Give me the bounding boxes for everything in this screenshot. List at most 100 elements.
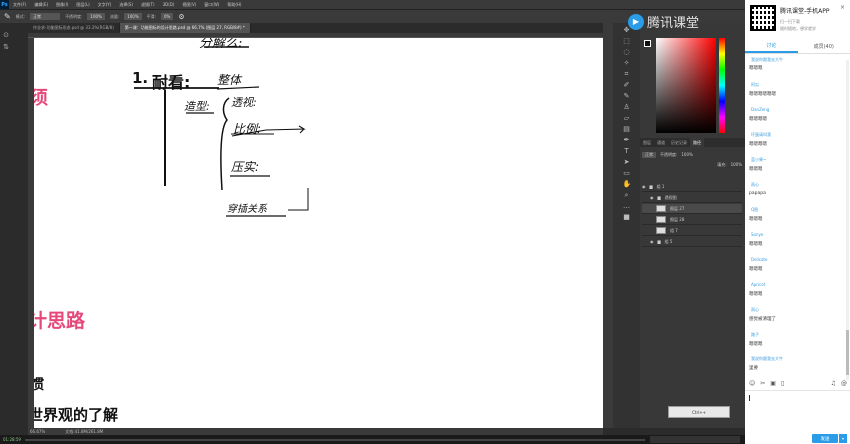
brush-icon[interactable]: ✎ [623, 92, 631, 100]
layer-name: 组 1 [656, 183, 665, 189]
canvas[interactable]: 分解么: 1. 耐看: 整体 造型: 透视: 比例: 压实: 穿插关系 须 计思… [34, 38, 603, 428]
color-picker-field[interactable] [656, 38, 716, 133]
ctrl-plus-button[interactable]: Ctrl++ [668, 406, 730, 418]
send-button[interactable]: 发送 [812, 434, 838, 443]
left-dark-text-2: 世界观的了解 [34, 406, 119, 424]
tab-document-1[interactable]: 作业求-功能图标形态.psd @ 33.3%(RGB/8) [28, 23, 120, 33]
adjust-icon[interactable]: ⇅ [0, 43, 12, 51]
menu-help[interactable]: 帮助(H) [223, 2, 245, 8]
tab-channels[interactable]: 通道 [654, 138, 668, 147]
watermark-text: 腾讯课堂 [647, 16, 700, 31]
lasso-tool-icon[interactable]: ◌ [623, 48, 631, 56]
message-author[interactable]: Delicate [751, 257, 767, 262]
message-author[interactable]: Apricot [751, 282, 765, 287]
magic-wand-icon[interactable]: ✧ [623, 59, 631, 67]
at-icon[interactable]: @ [841, 380, 847, 388]
gear-icon[interactable]: ⚙ [178, 13, 184, 21]
message-author[interactable]: 阿瓜 [751, 82, 759, 88]
smooth-field[interactable]: 0% [161, 13, 174, 20]
eyedropper-icon[interactable]: ✐ [623, 81, 631, 89]
layer-row[interactable]: ◉ ▆ 透视图 [642, 193, 742, 203]
pen-icon[interactable]: ✒ [623, 136, 631, 144]
marquee-tool-icon[interactable]: ⬚ [623, 37, 631, 45]
hue-slider[interactable] [719, 38, 725, 133]
panel-collapse-strip [603, 23, 613, 428]
message-author[interactable]: 我说你跟我去大牛 [751, 356, 783, 362]
image-icon[interactable]: ▣ [770, 380, 776, 388]
tab-history[interactable]: 历史记录 [668, 138, 690, 147]
message-author[interactable]: 蓝小果~ [751, 157, 766, 163]
tab-layers[interactable]: 图层 [640, 138, 654, 147]
crop-tool-icon[interactable]: ⌗ [623, 70, 631, 78]
opacity-field[interactable]: 100% [87, 13, 105, 20]
menu-layer[interactable]: 图层(L) [72, 2, 93, 8]
tab-members[interactable]: 成员(40) [798, 40, 850, 53]
color-swatch-icon[interactable]: ■ [623, 213, 631, 221]
eye-icon[interactable]: ◉ [650, 239, 654, 244]
message-author[interactable]: 我说你跟我去大牛 [751, 57, 783, 63]
message-author[interactable]: 坏蛋请叫我 [751, 132, 771, 138]
more-tools-icon[interactable]: … [623, 202, 631, 210]
gradient-icon[interactable]: ▤ [623, 125, 631, 133]
message-author[interactable]: DanZeng [751, 107, 769, 112]
emoji-icon[interactable]: ☺ [749, 380, 755, 388]
menu-type[interactable]: 文字(Y) [94, 2, 116, 8]
app-subtitle: 扫一扫下载 [780, 19, 800, 24]
item-interleave: 穿插关系 [227, 204, 267, 215]
menu-file[interactable]: 文件(F) [9, 2, 30, 8]
zoom-tool-icon[interactable]: ⌕ [623, 191, 631, 199]
menu-view[interactable]: 视图(V) [178, 2, 200, 8]
layer-row[interactable]: 图层 28 [642, 215, 742, 225]
bell-icon[interactable]: ♫ [831, 380, 836, 388]
menu-filter[interactable]: 滤镜(T) [137, 2, 159, 8]
menu-window[interactable]: 窗口(W) [200, 2, 223, 8]
toolbox [12, 23, 28, 428]
layer-row[interactable]: ◉ ▆ 组 1 [642, 182, 742, 192]
message-author[interactable]: Sonye [751, 232, 763, 237]
menu-3d[interactable]: 3D(D) [159, 2, 179, 7]
menu-select[interactable]: 选择(S) [115, 2, 137, 8]
message-author[interactable]: Q图 [751, 207, 758, 213]
chat-scrollbar[interactable] [846, 60, 849, 380]
progress-track[interactable] [24, 438, 645, 441]
tab-document-2[interactable]: 第一课：功能图标的设计思路.psd @ 66.7% (图层 27, RGB/8#… [119, 23, 251, 33]
stamp-icon[interactable]: ♙ [623, 103, 631, 111]
tab-paths[interactable]: 路径 [690, 138, 704, 147]
eye-icon[interactable]: ◉ [650, 195, 654, 200]
status-bar: 66.67% 文档:41.8M/261.8M [28, 428, 603, 435]
layer-row[interactable]: 组 7 [642, 226, 742, 236]
scissors-icon[interactable]: ✂ [760, 380, 765, 388]
foreground-color-swatch[interactable] [644, 40, 651, 47]
message-text: papapa [749, 191, 766, 196]
layer-row[interactable]: 图层 27 [642, 204, 742, 214]
menu-edit[interactable]: 编辑(E) [30, 2, 52, 8]
file-icon[interactable]: ▯ [781, 380, 784, 388]
layer-opacity-value[interactable]: 100% [681, 152, 692, 158]
chat-input[interactable] [745, 390, 850, 432]
eye-icon[interactable]: ◉ [642, 184, 646, 189]
path-select-icon[interactable]: ➤ [623, 158, 631, 166]
scroll-thumb[interactable] [846, 330, 849, 375]
eraser-icon[interactable]: ▱ [623, 114, 631, 122]
history-icon[interactable]: ⊙ [0, 31, 12, 39]
hand-tool-icon[interactable]: ✋ [623, 180, 632, 188]
message-text: 嗯嗯嗯 [749, 66, 763, 71]
blend-mode-select[interactable]: 正常 [642, 152, 656, 158]
menu-image[interactable]: 图像(I) [52, 2, 72, 8]
message-author[interactable]: 雨心 [751, 307, 759, 313]
layer-row[interactable]: ◉ ▆ 组 5 [642, 237, 742, 247]
shape-tool-icon[interactable]: ▭ [623, 169, 631, 177]
fill-value[interactable]: 100% [731, 162, 742, 168]
chat-close-icon[interactable]: × [840, 4, 845, 11]
flow-field[interactable]: 100% [124, 13, 142, 20]
sub-label: 造型: [184, 100, 210, 113]
tab-discussion[interactable]: 讨论 [745, 40, 798, 53]
folder-icon: ▆ [657, 239, 661, 244]
mode-select[interactable]: 正常 [30, 13, 61, 20]
message-author[interactable]: 雨心 [751, 182, 759, 188]
send-options-icon[interactable]: ▾ [839, 434, 847, 443]
photoshop-logo: Ps [0, 0, 9, 9]
type-tool-icon[interactable]: T [623, 147, 631, 155]
message-author[interactable]: 路子 [751, 332, 759, 338]
brush-tool-icon[interactable]: ✎ [4, 12, 11, 21]
